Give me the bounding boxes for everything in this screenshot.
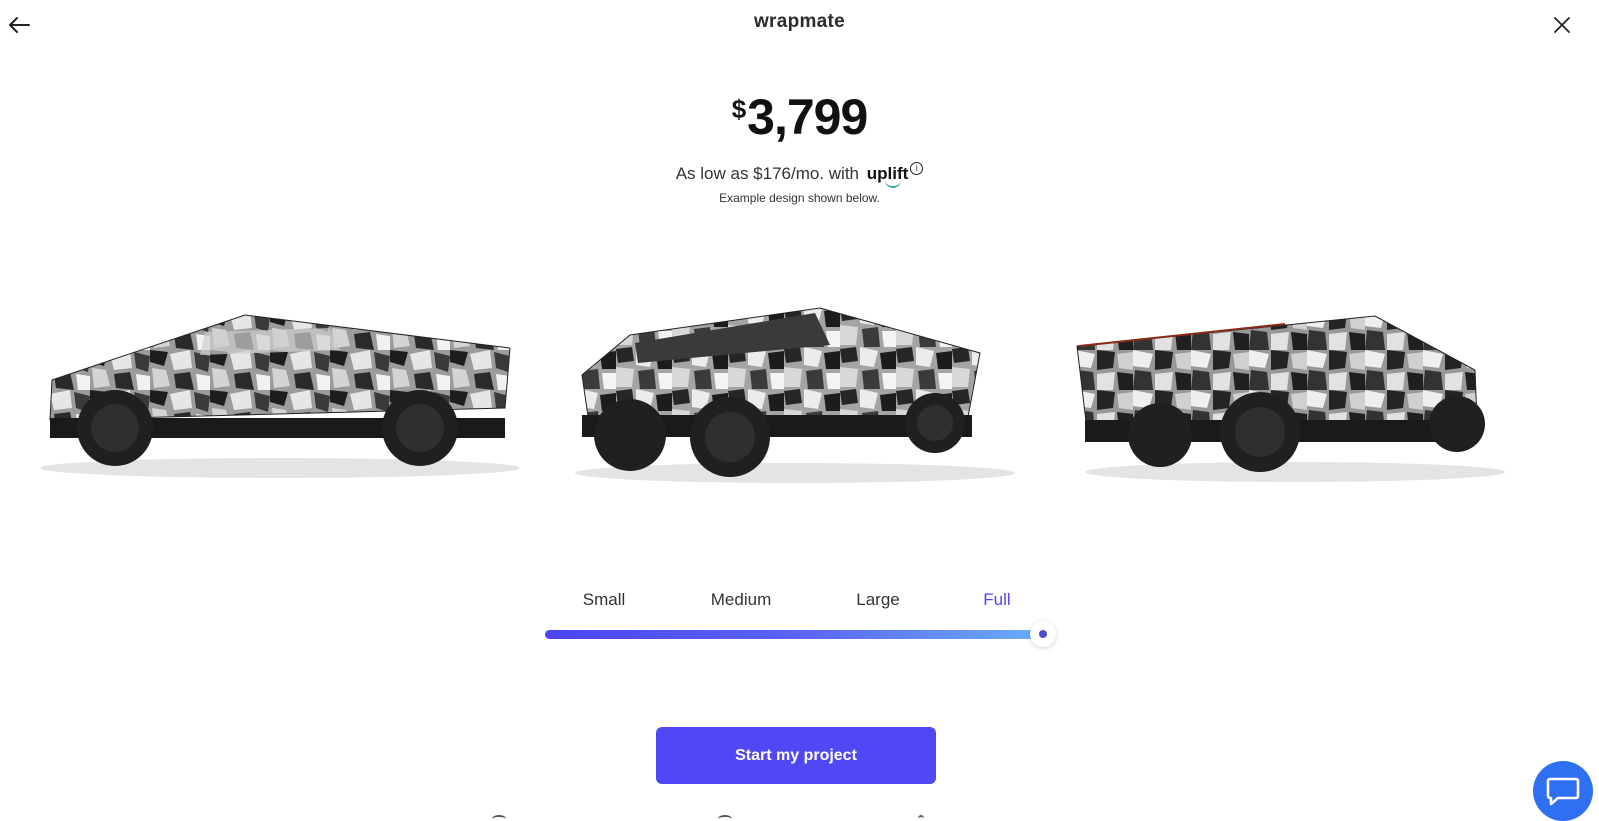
chat-bubble-icon [1546,777,1580,806]
slider-thumb-dot [1039,630,1047,638]
price-amount: 3,799 [747,89,868,145]
coverage-option-small[interactable]: Small [583,590,626,610]
coverage-option-medium[interactable]: Medium [711,590,771,610]
coverage-options: Small Medium Large Full [0,590,1599,614]
financing-line: As low as $176/mo. with uplift i [0,162,1599,184]
truck-front-view [560,305,1030,495]
price-currency: $ [731,94,747,124]
cut-off-icon [718,815,732,821]
financing-text: As low as $176/mo. with [675,164,860,183]
cut-off-icon [492,815,506,821]
brand-logo[interactable]: wrapmate [0,11,1599,33]
truck-rear-view [1075,310,1515,495]
close-icon [1554,17,1570,33]
example-note: Example design shown below. [719,191,880,205]
coverage-option-full[interactable]: Full [983,590,1010,610]
price: $3,799 [0,88,1599,146]
cut-off-icon [918,815,924,821]
wrap-quote-page: wrapmate $3,799 As low as $176/mo. with … [0,0,1599,821]
start-project-button[interactable]: Start my project [656,727,936,784]
coverage-slider-thumb[interactable] [1030,621,1056,647]
close-button[interactable] [1545,8,1579,42]
coverage-option-large[interactable]: Large [856,590,899,610]
truck-side-view [30,310,540,490]
info-icon[interactable]: i [910,162,924,175]
uplift-logo: uplift [866,164,909,183]
chat-launcher-button[interactable] [1533,761,1593,821]
coverage-slider-track[interactable] [545,630,1045,639]
